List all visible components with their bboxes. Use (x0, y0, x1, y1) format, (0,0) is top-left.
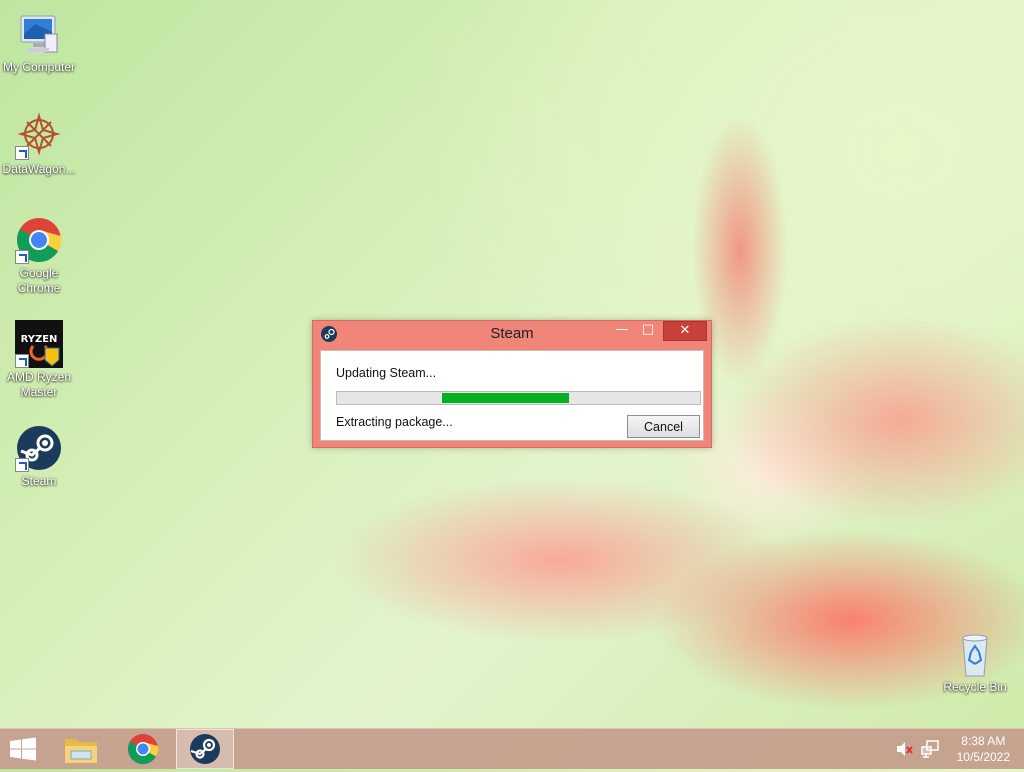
chrome-icon (15, 216, 63, 264)
volume-muted-icon[interactable] (896, 741, 914, 757)
dialog-body: Updating Steam... Extracting package... … (320, 350, 704, 441)
cancel-button[interactable]: Cancel (627, 415, 700, 438)
start-icon (10, 737, 36, 761)
system-clock[interactable]: 8:38 AM 10/5/2022 (957, 733, 1010, 765)
desktop-icon-label: Steam (21, 474, 57, 488)
minimize-button[interactable]: — (609, 321, 635, 341)
desktop-icon-my-computer[interactable]: My Computer (1, 10, 77, 75)
desktop-icon-steam[interactable]: Steam (1, 424, 77, 489)
shortcut-arrow-icon (15, 354, 29, 368)
recycle-bin-icon (951, 630, 999, 678)
desktop-icon-amd-ryzen-master[interactable]: RYZEN AMD Ryzen Master (1, 320, 77, 400)
steam-icon (15, 424, 63, 472)
taskbar-chrome[interactable] (114, 729, 172, 769)
progress-bar (336, 391, 701, 405)
desktop-icon-label: Google Chrome (17, 266, 61, 295)
shortcut-arrow-icon (15, 146, 29, 160)
close-button[interactable]: ✕ (663, 321, 707, 341)
desktop-icon-label: My Computer (2, 60, 76, 74)
shortcut-arrow-icon (15, 250, 29, 264)
shortcut-arrow-icon (15, 458, 29, 472)
progress-fill (442, 393, 569, 403)
desktop-icon-label: Recycle Bin (943, 680, 1007, 694)
steam-update-dialog: Steam — □ ✕ Updating Steam... Extracting… (312, 320, 712, 448)
minimize-icon: — (615, 322, 629, 337)
clock-time: 8:38 AM (961, 734, 1006, 748)
svg-text:RYZEN: RYZEN (21, 334, 58, 345)
detail-text: Extracting package... (336, 415, 453, 429)
taskbar-steam[interactable] (176, 729, 234, 769)
desktop-icon-datawagon[interactable]: DataWagon... (1, 112, 77, 177)
clock-date: 10/5/2022 (956, 750, 1010, 764)
desktop-icon-recycle-bin[interactable]: Recycle Bin (937, 630, 1013, 695)
chrome-icon (127, 734, 159, 765)
maximize-button[interactable]: □ (635, 321, 661, 341)
desktop-icon-label: DataWagon... (2, 162, 76, 176)
desktop-icon-google-chrome[interactable]: Google Chrome (1, 216, 77, 296)
close-icon: ✕ (679, 323, 691, 338)
taskbar: 8:38 AM 10/5/2022 (0, 728, 1024, 769)
datawagon-icon (15, 112, 63, 160)
amd-ryzen-master-icon: RYZEN (15, 320, 63, 368)
desktop-icon-label: AMD Ryzen Master (6, 370, 71, 399)
network-icon[interactable] (921, 740, 939, 758)
maximize-icon: □ (641, 322, 655, 337)
computer-icon (15, 10, 63, 58)
file-explorer-icon (65, 739, 97, 763)
taskbar-file-explorer[interactable] (52, 729, 110, 769)
start-button[interactable] (0, 729, 58, 769)
steam-icon (190, 734, 220, 764)
status-text: Updating Steam... (336, 366, 437, 380)
